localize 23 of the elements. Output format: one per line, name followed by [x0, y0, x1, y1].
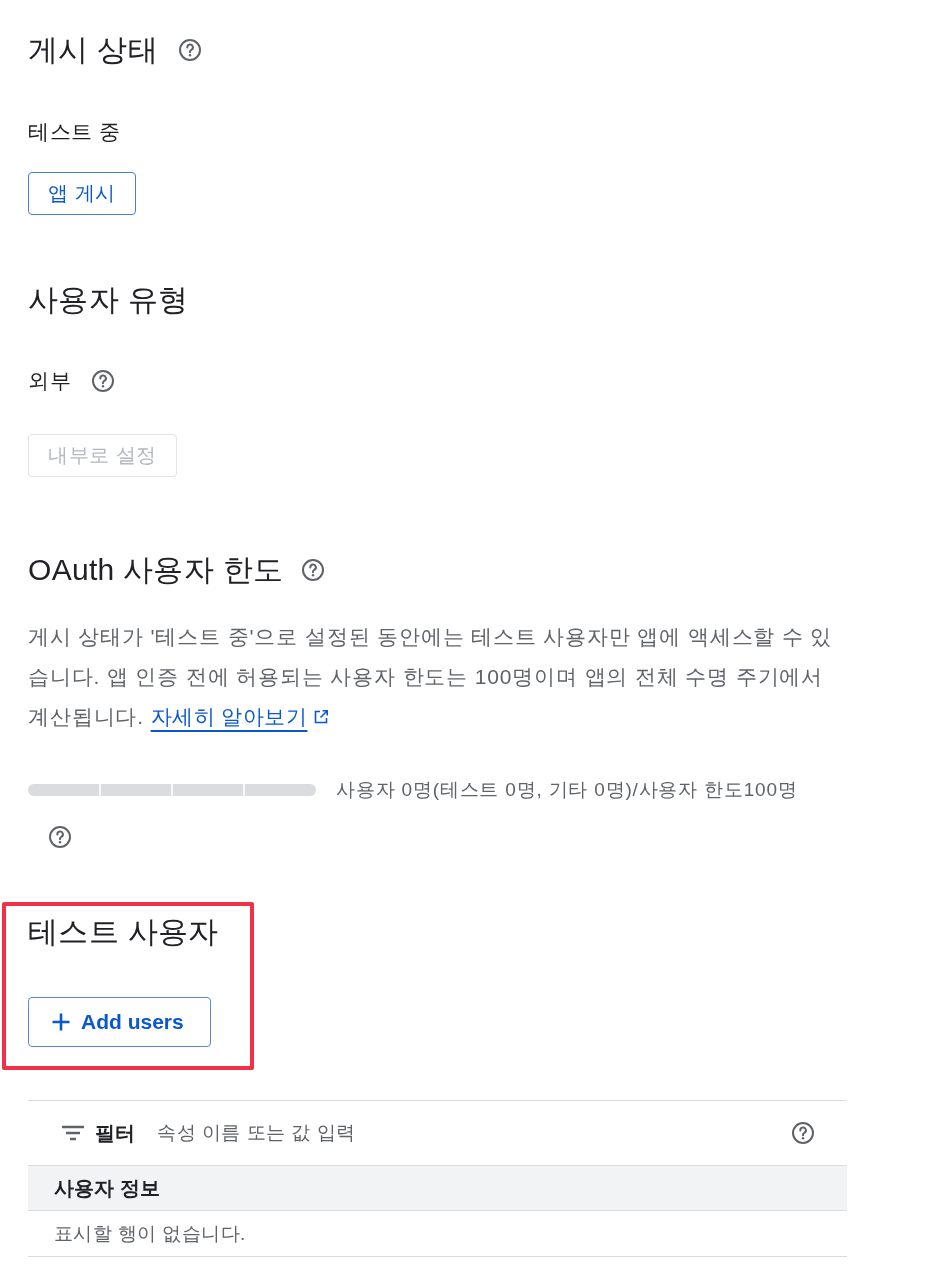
filter-label: 필터	[95, 1120, 135, 1146]
status-text: 테스트 중	[28, 119, 121, 145]
column-header: 사용자 정보	[53, 1176, 161, 1201]
help-icon[interactable]	[301, 558, 326, 582]
help-icon[interactable]	[177, 38, 202, 62]
section-title: 사용자 유형	[28, 282, 189, 318]
usage-text: 사용자 0명(테스트 0명, 기타 0명)/사용자 한도100명	[336, 778, 798, 802]
filter-icon	[62, 1125, 84, 1141]
section-title: OAuth 사용자 한도	[28, 552, 284, 588]
user-type-text: 외부	[28, 368, 71, 394]
section-title: 게시 상태	[28, 32, 158, 68]
help-icon[interactable]	[48, 825, 72, 849]
publish-app-button[interactable]: 앱 게시	[28, 172, 136, 215]
help-icon[interactable]	[91, 369, 115, 393]
description-text: 게시 상태가 '테스트 중'으로 설정된 동안에는 테스트 사용자만 앱에 액세스할 수 있습니다. 앱 인증 전에 허용되는 사용자 한도는 100명이며 앱의 전체 수명 주기에서 계산됩니다. 자세히 알아보기	[28, 624, 834, 730]
external-link-icon	[313, 709, 330, 725]
filter-input[interactable]: 속성 이름 또는 값 입력	[157, 1118, 781, 1148]
section-title: 테스트 사용자	[28, 914, 220, 950]
help-icon[interactable]	[791, 1121, 815, 1145]
learn-more-link[interactable]: 자세히 알아보기	[150, 705, 330, 728]
plus-icon	[51, 1012, 71, 1032]
add-users-button[interactable]: Add users	[28, 997, 211, 1047]
empty-table-message: 표시할 행이 없습니다.	[54, 1221, 246, 1246]
